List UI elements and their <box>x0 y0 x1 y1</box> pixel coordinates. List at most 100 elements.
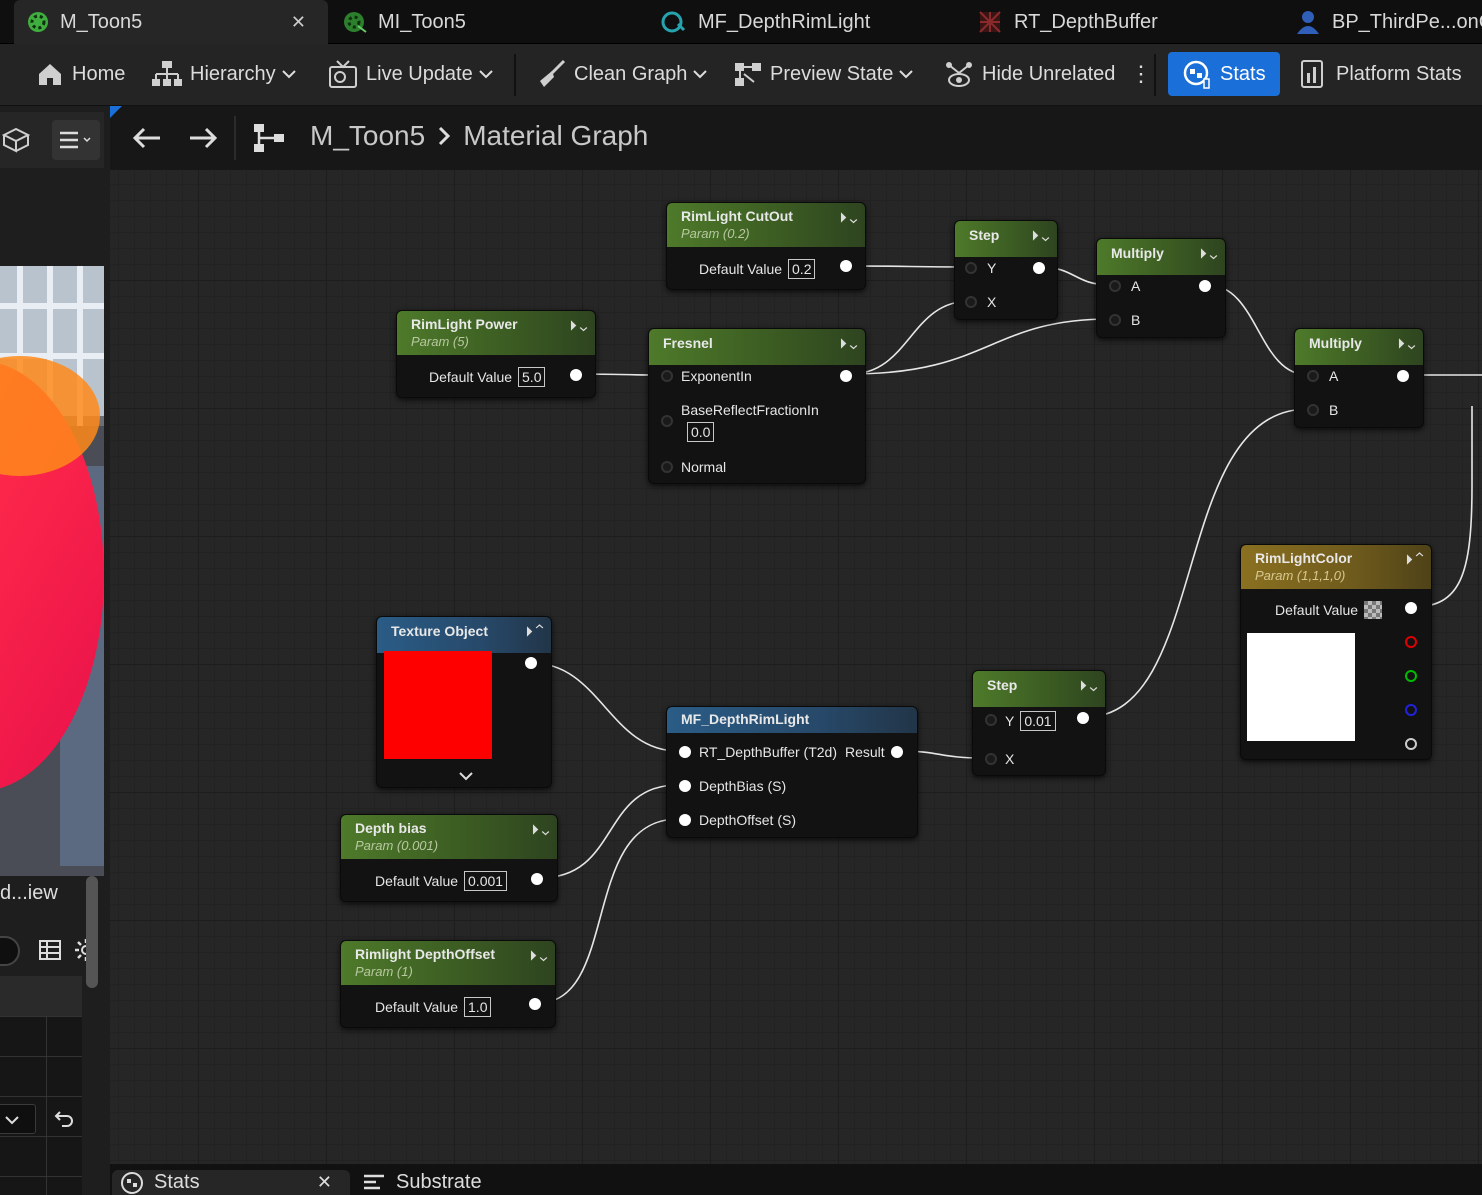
output-pin[interactable] <box>1199 280 1211 292</box>
output-pin-b[interactable] <box>1405 704 1417 716</box>
node-header-controls-icon[interactable]: ⏵ ⌄ <box>1398 336 1415 352</box>
node-header-controls-icon[interactable]: ⏵ ⌄ <box>1080 678 1097 694</box>
platform-stats-button[interactable]: Platform Stats <box>1300 52 1462 96</box>
y-value-field[interactable]: 0.01 <box>1020 711 1056 731</box>
output-pin-a[interactable] <box>1405 738 1417 750</box>
node-header-controls-icon[interactable]: ⏵ ⌄ <box>840 210 857 226</box>
input-pin-rt-depthbuffer[interactable] <box>679 746 691 758</box>
home-button[interactable]: Home <box>36 52 125 96</box>
input-pin-y[interactable] <box>965 262 977 274</box>
output-pin[interactable] <box>1033 262 1045 274</box>
preview-state-button[interactable]: Preview State <box>734 52 914 96</box>
default-value-field[interactable]: 0.001 <box>464 871 508 891</box>
tab-mf-depthrimlight[interactable]: MF_DepthRimLight <box>660 0 960 44</box>
output-pin-result[interactable] <box>891 746 903 758</box>
node-header[interactable]: Step ⏵ ⌄ <box>955 221 1057 257</box>
chevron-down-icon[interactable] <box>459 771 473 781</box>
close-icon[interactable]: ✕ <box>291 12 306 33</box>
tab-substrate[interactable]: Substrate <box>362 1170 482 1195</box>
node-rimlight-depthoffset[interactable]: Rimlight DepthOffset Param (1) ⏵ ⌄ Default… <box>340 940 556 1028</box>
live-update-button[interactable]: Live Update <box>328 52 493 96</box>
output-pin[interactable] <box>531 873 543 885</box>
input-pin-x[interactable] <box>985 753 997 765</box>
clean-graph-button[interactable]: Clean Graph <box>536 52 708 96</box>
material-graph-canvas[interactable]: M_Toon5 Material Graph RimLight CutOut Pa… <box>110 106 1482 1164</box>
forward-arrow-icon[interactable] <box>188 126 218 150</box>
output-pin[interactable] <box>1397 370 1409 382</box>
tab-m-toon5[interactable]: M_Toon5 ✕ <box>14 0 328 44</box>
output-pin-r[interactable] <box>1405 636 1417 648</box>
input-pin-a[interactable] <box>1307 370 1319 382</box>
node-rimlight-power[interactable]: RimLight Power Param (5) ⏵ ⌄ Default Value… <box>396 310 596 398</box>
viewport-tab-label[interactable]: d...iew <box>0 882 58 905</box>
scrollbar-thumb[interactable] <box>86 876 98 988</box>
node-header-controls-icon[interactable]: ⏵ ⌄ <box>1032 228 1049 244</box>
node-header[interactable]: Texture Object ⏵ ⌃ <box>377 617 551 653</box>
node-header[interactable]: MF_DepthRimLight <box>667 707 917 733</box>
hide-unrelated-button[interactable]: Hide Unrelated <box>944 52 1115 96</box>
output-pin[interactable] <box>525 657 537 669</box>
material-preview-viewport[interactable] <box>0 266 104 876</box>
close-icon[interactable]: ✕ <box>317 1172 332 1193</box>
hierarchy-button[interactable]: Hierarchy <box>152 52 296 96</box>
node-header[interactable]: Step ⏵ ⌄ <box>973 671 1105 707</box>
tab-mi-toon5[interactable]: MI_Toon5 <box>342 0 622 44</box>
input-pin-a[interactable] <box>1109 280 1121 292</box>
node-header-controls-icon[interactable]: ⏵ ⌄ <box>530 948 547 964</box>
output-pin[interactable] <box>840 370 852 382</box>
tab-stats[interactable]: Stats ✕ <box>112 1170 350 1195</box>
node-header-controls-icon[interactable]: ⏵ ⌄ <box>570 318 587 334</box>
perspective-cube-icon[interactable] <box>2 126 30 154</box>
node-header[interactable]: RimLight CutOut Param (0.2) ⏵ ⌄ <box>667 203 865 247</box>
more-options-icon[interactable]: ⋮ <box>1130 52 1152 96</box>
node-multiply-2[interactable]: Multiply ⏵ ⌄ A B <box>1294 328 1424 428</box>
node-header-controls-icon[interactable]: ⏵ ⌃ <box>526 624 543 640</box>
input-pin-y[interactable] <box>985 714 997 726</box>
output-pin-rgba[interactable] <box>1405 602 1417 614</box>
node-fresnel[interactable]: Fresnel ⏵ ⌄ ExponentIn BaseReflectFractio… <box>648 328 866 484</box>
node-header[interactable]: Fresnel ⏵ ⌄ <box>649 329 865 365</box>
node-step-1[interactable]: Step ⏵ ⌄ Y X <box>954 220 1058 320</box>
output-pin[interactable] <box>570 369 582 381</box>
output-pin[interactable] <box>840 260 852 272</box>
node-step-2[interactable]: Step ⏵ ⌄ Y 0.01 X <box>972 670 1106 776</box>
node-header-controls-icon[interactable]: ⏵ ⌄ <box>532 822 549 838</box>
node-rimlight-cutout[interactable]: RimLight CutOut Param (0.2) ⏵ ⌄ Default Va… <box>666 202 866 290</box>
search-box[interactable] <box>0 936 20 966</box>
input-pin-b[interactable] <box>1307 404 1319 416</box>
table-view-icon[interactable] <box>38 938 62 962</box>
breadcrumb-asset[interactable]: M_Toon5 <box>310 120 425 152</box>
node-texture-object[interactable]: Texture Object ⏵ ⌃ <box>376 616 552 788</box>
input-pin-depthbias[interactable] <box>679 780 691 792</box>
node-header[interactable]: Multiply ⏵ ⌄ <box>1295 329 1423 365</box>
tab-bp-thirdperson[interactable]: BP_ThirdPe...onC <box>1294 0 1482 44</box>
output-pin-g[interactable] <box>1405 670 1417 682</box>
color-swatch[interactable] <box>1364 601 1383 619</box>
output-pin[interactable] <box>1077 712 1089 724</box>
node-header[interactable]: Depth bias Param (0.001) ⏵ ⌄ <box>341 815 557 859</box>
output-pin[interactable] <box>529 998 541 1010</box>
node-header-controls-icon[interactable]: ⏵ ⌄ <box>1200 246 1217 262</box>
input-pin-x[interactable] <box>965 296 977 308</box>
input-pin-b[interactable] <box>1109 314 1121 326</box>
stats-button[interactable]: Stats <box>1168 52 1280 96</box>
node-mf-depthrimlight[interactable]: MF_DepthRimLight RT_DepthBuffer (T2d) Re… <box>666 706 918 838</box>
node-multiply-1[interactable]: Multiply ⏵ ⌄ A B <box>1096 238 1226 338</box>
input-pin-normal[interactable] <box>661 461 673 473</box>
node-header[interactable]: RimLight Power Param (5) ⏵ ⌄ <box>397 311 595 355</box>
input-pin-exponent[interactable] <box>661 370 673 382</box>
input-pin-base-reflect[interactable] <box>661 415 673 427</box>
default-value-field[interactable]: 1.0 <box>464 997 492 1017</box>
reset-arrow-icon[interactable] <box>54 1110 74 1128</box>
node-header[interactable]: RimLightColor Param (1,1,1,0) ⏵ ⌃ <box>1241 545 1431 589</box>
default-value-field[interactable]: 0.2 <box>788 259 816 279</box>
node-header[interactable]: Rimlight DepthOffset Param (1) ⏵ ⌄ <box>341 941 555 985</box>
viewport-menu-button[interactable] <box>52 120 100 160</box>
node-rimlight-color[interactable]: RimLightColor Param (1,1,1,0) ⏵ ⌃ Default … <box>1240 544 1432 760</box>
node-header-controls-icon[interactable]: ⏵ ⌃ <box>1406 552 1423 568</box>
node-depth-bias[interactable]: Depth bias Param (0.001) ⏵ ⌄ Default Value… <box>340 814 558 902</box>
tab-rt-depthbuffer[interactable]: RT_DepthBuffer <box>978 0 1268 44</box>
default-value-field[interactable]: 5.0 <box>518 367 546 387</box>
node-header[interactable]: Multiply ⏵ ⌄ <box>1097 239 1225 275</box>
node-header-controls-icon[interactable]: ⏵ ⌄ <box>840 336 857 352</box>
